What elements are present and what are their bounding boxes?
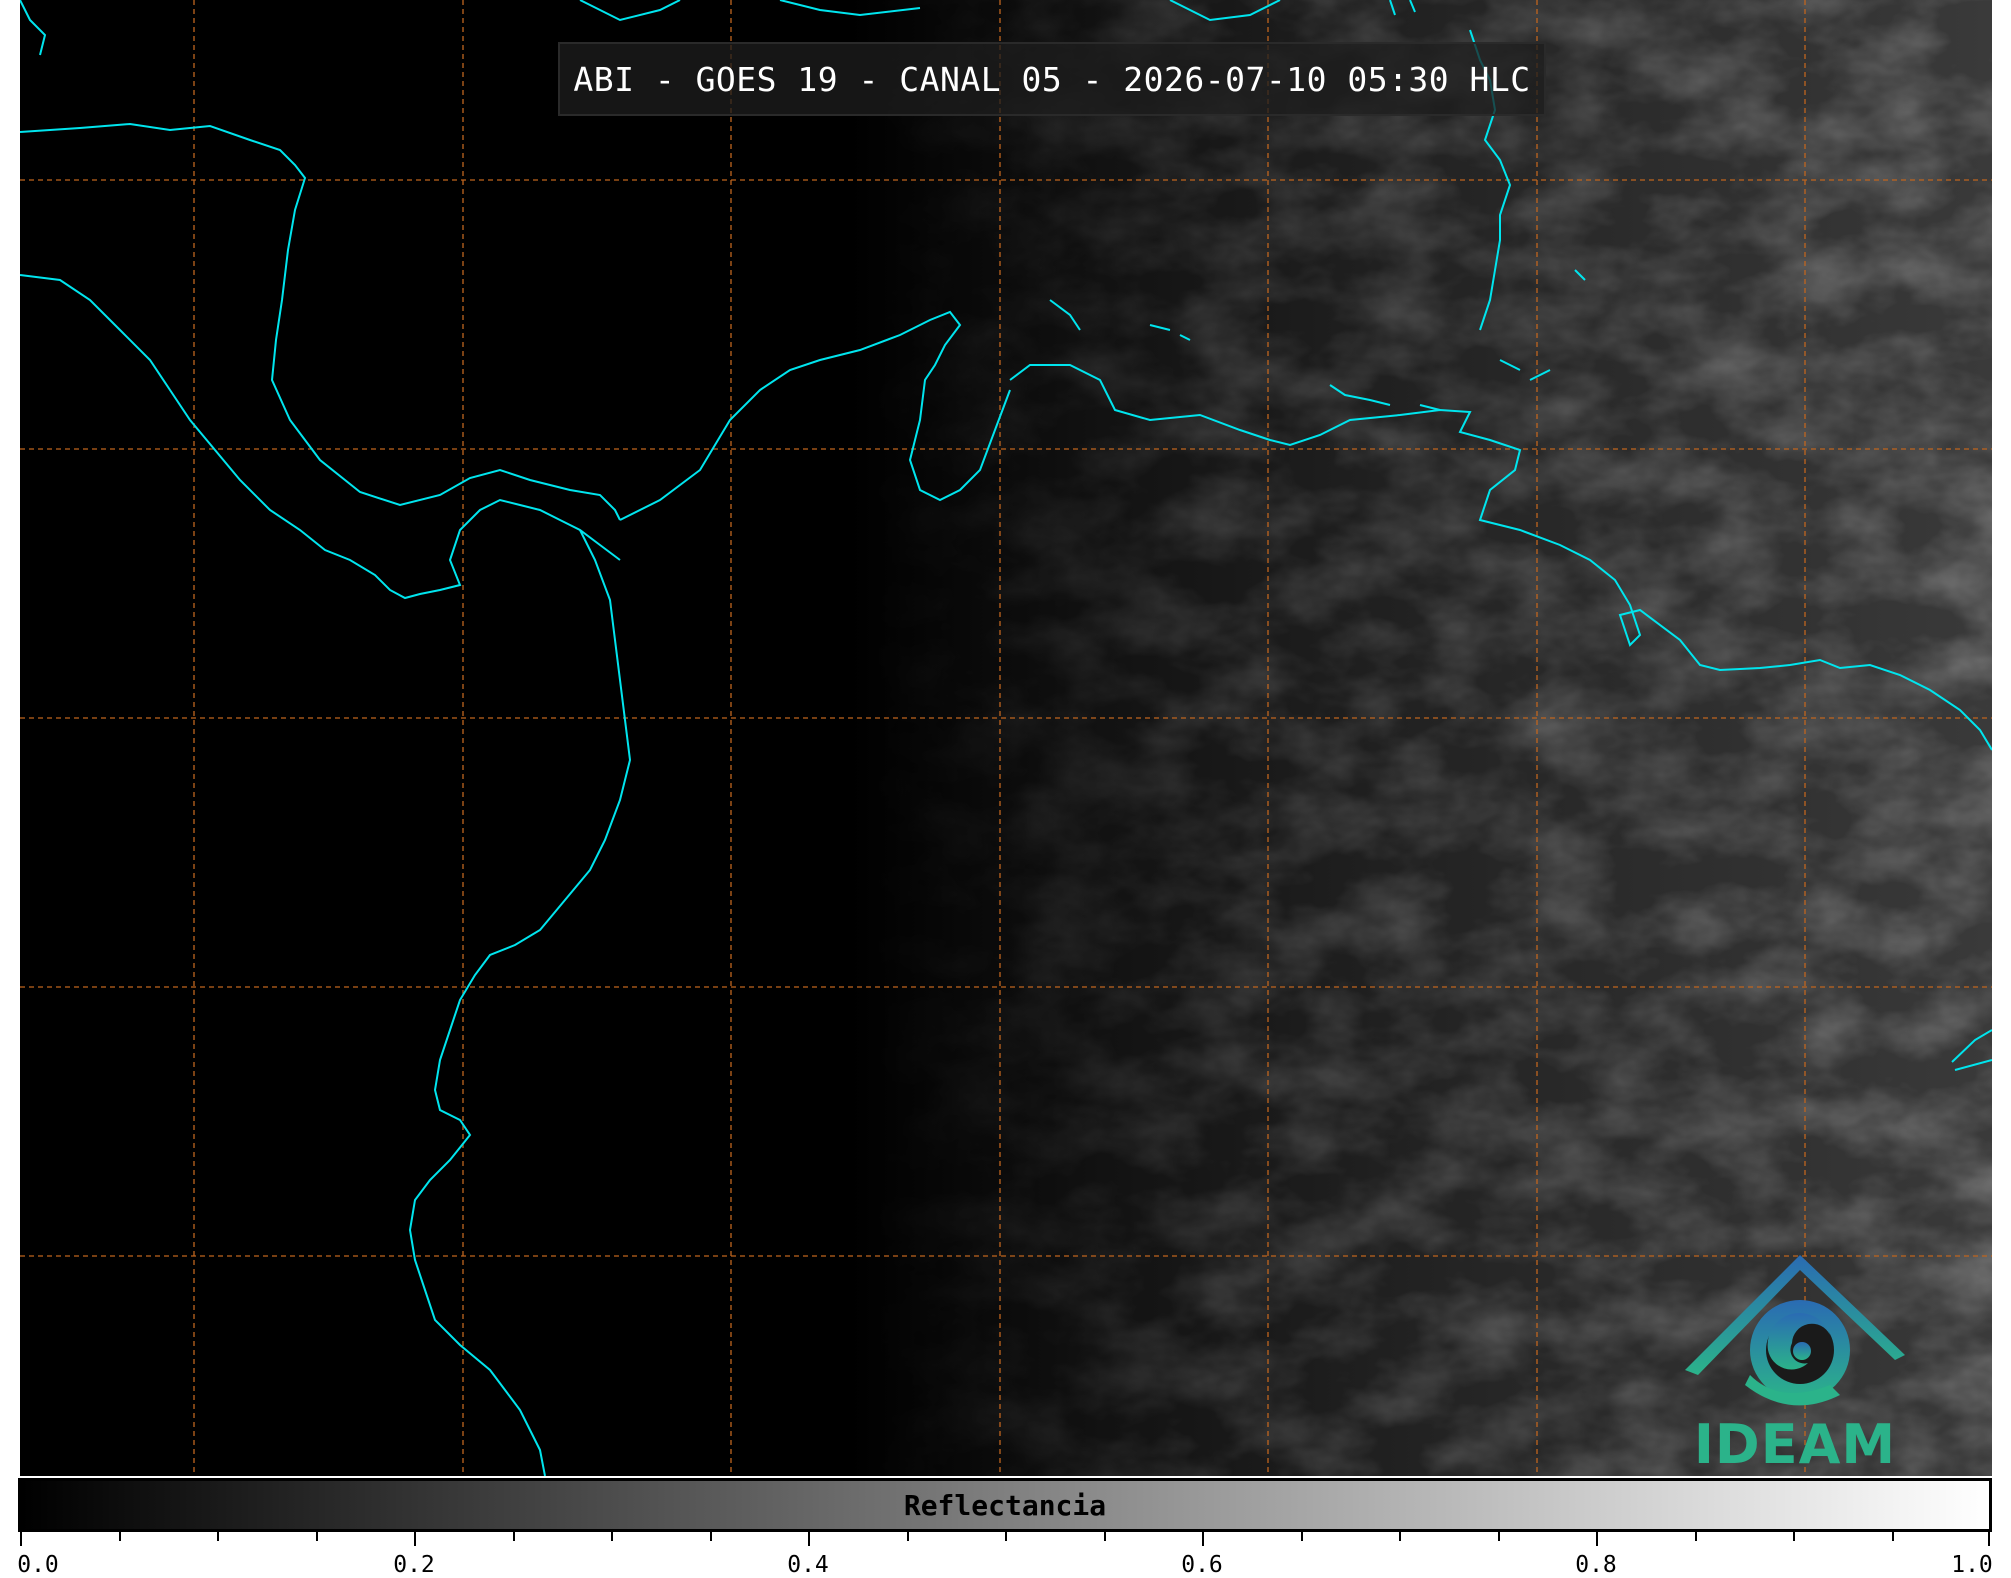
colorbar-minor-tick — [1005, 1532, 1007, 1541]
colorbar-minor-tick — [611, 1532, 613, 1541]
colorbar-minor-tick — [315, 1532, 318, 1541]
colorbar-minor-tick — [1103, 1532, 1106, 1541]
colorbar: Reflectancia — [18, 1478, 1992, 1532]
colorbar-major-tick — [808, 1532, 810, 1546]
colorbar-tick-label: 0.8 — [1575, 1552, 1617, 1578]
ideam-logo: IDEAM — [1680, 1255, 1910, 1476]
colorbar-minor-tick — [906, 1532, 909, 1541]
ideam-logo-text: IDEAM — [1693, 1413, 1897, 1476]
colorbar-minor-tick — [217, 1532, 219, 1541]
colorbar-tick-label: 0.2 — [393, 1552, 435, 1578]
colorbar-minor-tick — [1891, 1532, 1894, 1541]
colorbar-major-tick — [20, 1532, 22, 1546]
colorbar-minor-tick — [512, 1532, 515, 1541]
colorbar-minor-tick — [1399, 1532, 1401, 1541]
colorbar-minor-tick — [1497, 1532, 1500, 1541]
satellite-map: ABI - GOES 19 - CANAL 05 - 2026-07-10 05… — [20, 0, 1992, 1476]
colorbar-major-tick — [1988, 1532, 1990, 1546]
colorbar-major-tick — [414, 1532, 416, 1546]
colorbar-major-tick — [1596, 1532, 1598, 1546]
ideam-logo-icon — [1685, 1255, 1905, 1406]
colorbar-label: Reflectancia — [903, 1488, 1107, 1522]
colorbar-minor-tick — [1694, 1532, 1697, 1541]
colorbar-minor-tick — [1300, 1532, 1303, 1541]
colorbar-tick-label: 0.4 — [787, 1552, 829, 1578]
colorbar-minor-tick — [709, 1532, 712, 1541]
colorbar-ticks: 0.0 0.2 0.4 0.6 0.8 1.0 — [17, 1532, 1993, 1578]
colorbar-minor-tick — [118, 1532, 121, 1541]
image-title: ABI - GOES 19 - CANAL 05 - 2026-07-10 05… — [558, 42, 1546, 116]
colorbar-minor-tick — [1793, 1532, 1795, 1541]
colorbar-tick-label: 0.6 — [1181, 1552, 1223, 1578]
colorbar-major-tick — [1202, 1532, 1204, 1546]
colorbar-tick-label: 1.0 — [1951, 1552, 1993, 1578]
colorbar-tick-label: 0.0 — [17, 1552, 59, 1578]
